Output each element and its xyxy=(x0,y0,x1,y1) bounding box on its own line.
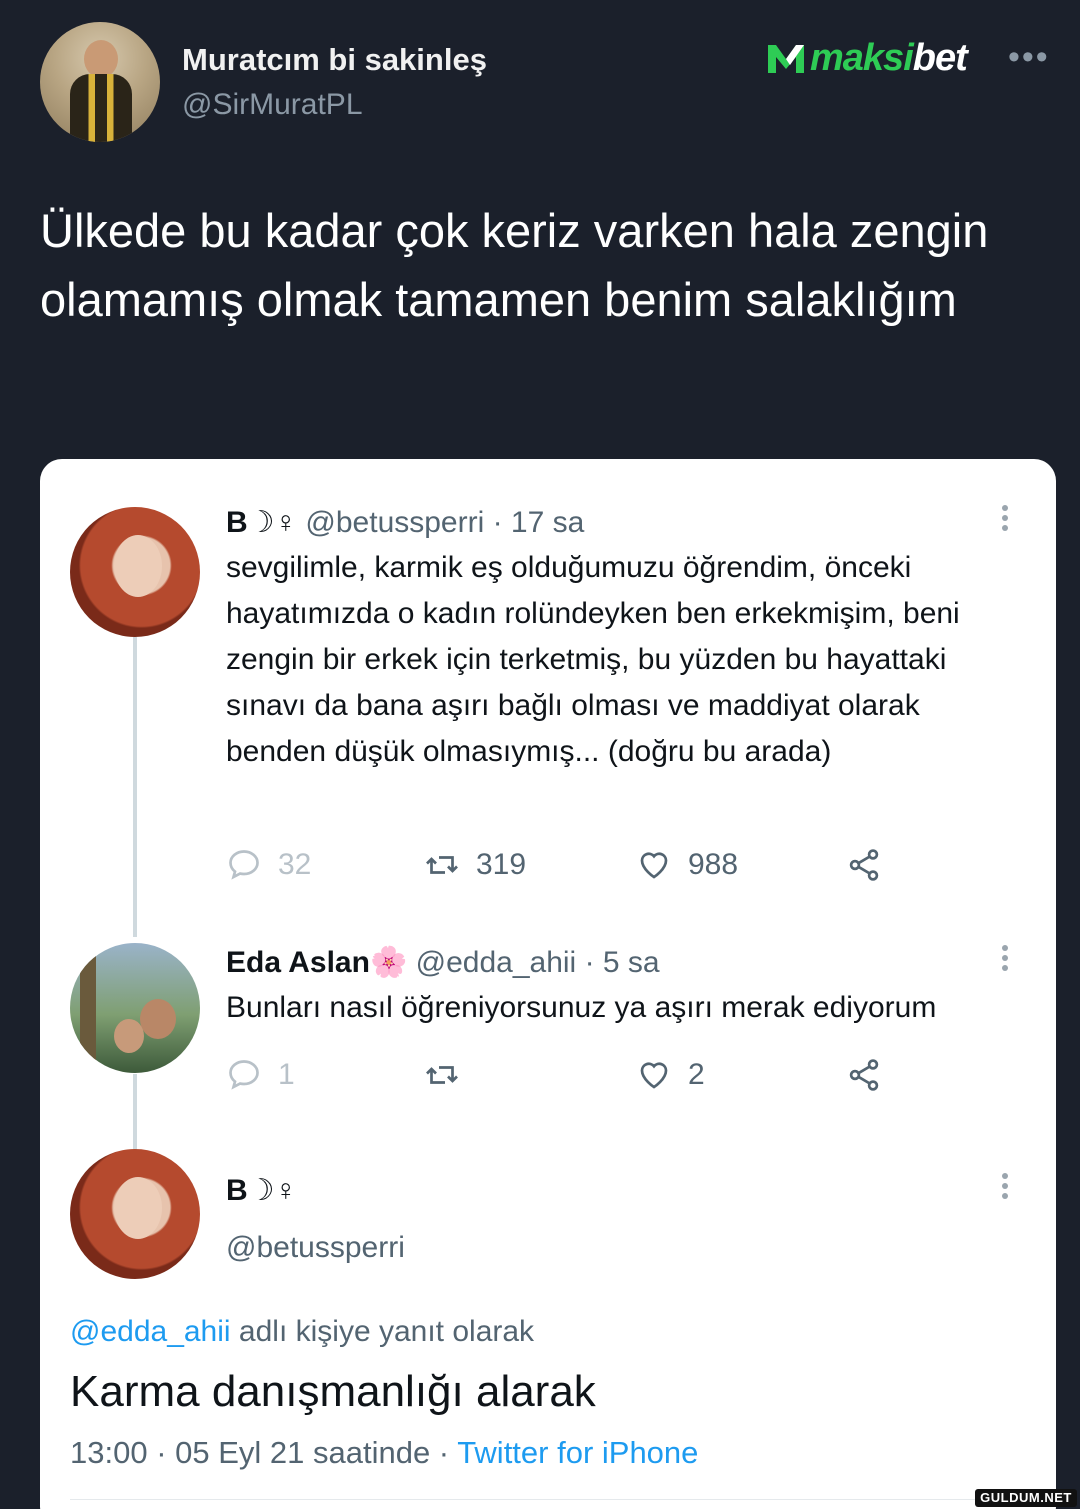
reply-count: 1 xyxy=(278,1058,295,1091)
avatar-face xyxy=(140,999,176,1039)
avatar-face xyxy=(84,40,118,78)
thread-tweet[interactable]: B☽♀ @betussperri · 17 sa sevgilimle, kar… xyxy=(40,459,1056,909)
more-options-icon[interactable]: ••• xyxy=(1008,40,1056,74)
avatar-face xyxy=(114,1019,144,1053)
site-watermark: GULDUM.NET xyxy=(975,1489,1077,1507)
like-count: 988 xyxy=(688,848,739,881)
thread-tweet[interactable]: Eda Aslan🌸 @edda_ahii · 5 sa Bunları nas… xyxy=(40,929,1056,1129)
share-button[interactable] xyxy=(846,1053,882,1097)
more-options-icon[interactable] xyxy=(1002,1173,1010,1205)
avatar[interactable] xyxy=(40,22,160,142)
share-button[interactable] xyxy=(846,843,882,887)
author-handle[interactable]: @edda_ahii xyxy=(416,946,577,979)
brand-logo-icon xyxy=(768,45,804,73)
author-name[interactable]: B☽♀ xyxy=(226,506,297,539)
share-icon xyxy=(849,1059,879,1091)
author-handle[interactable]: @SirMuratPL xyxy=(182,88,363,122)
author-name[interactable]: Eda Aslan xyxy=(226,946,370,979)
tweet-time: · 5 sa xyxy=(584,946,660,979)
tweet-timestamp: 13:00 · 05 Eyl 21 saatinde · Twitter for… xyxy=(70,1435,698,1471)
tweet-text: Karma danışmanlığı alarak xyxy=(70,1367,596,1416)
avatar[interactable] xyxy=(70,507,200,637)
divider xyxy=(70,1499,1030,1500)
timestamp-text: 13:00 · 05 Eyl 21 saatinde · xyxy=(70,1435,458,1470)
author-handle[interactable]: @betussperri xyxy=(226,1231,405,1265)
avatar[interactable] xyxy=(70,1149,200,1279)
reply-button[interactable]: 1 xyxy=(226,1053,295,1097)
source-link[interactable]: Twitter for iPhone xyxy=(457,1435,698,1470)
tweet-text: Ülkede bu kadar çok keriz varken hala ze… xyxy=(40,204,989,326)
tweet-meta: Eda Aslan🌸 @edda_ahii · 5 sa xyxy=(226,945,660,980)
brand-name: maksibet xyxy=(810,36,968,79)
tweet-actions: 32 319 988 xyxy=(226,843,926,887)
retweet-count: 319 xyxy=(476,848,527,881)
author-name[interactable]: B☽♀ xyxy=(226,1173,297,1208)
retweet-icon xyxy=(426,856,458,874)
avatar-tree xyxy=(80,943,96,1073)
outer-tweet-header: Muratcım bi sakinleş @SirMuratPL maksibe… xyxy=(40,22,1060,147)
tweet-time: · 17 sa xyxy=(492,506,585,539)
mention-link[interactable]: @edda_ahii xyxy=(70,1315,231,1348)
avatar-body xyxy=(70,74,132,142)
author-handle[interactable]: @betussperri xyxy=(305,506,484,539)
flower-emoji: 🌸 xyxy=(369,946,408,979)
reply-count: 32 xyxy=(278,848,312,881)
retweet-icon xyxy=(426,1066,458,1084)
heart-icon xyxy=(640,852,668,879)
tweet-text: Bunları nasıl öğreniyorsunuz ya aşırı me… xyxy=(226,991,937,1024)
more-options-icon[interactable] xyxy=(1002,505,1010,537)
tweet-actions: 1 2 xyxy=(226,1053,926,1097)
reply-icon xyxy=(229,850,259,880)
heart-icon xyxy=(640,1062,668,1089)
avatar-face xyxy=(114,535,162,597)
more-options-icon[interactable] xyxy=(1002,945,1010,977)
retweet-button[interactable] xyxy=(424,1053,476,1097)
reply-context: @edda_ahii adlı kişiye yanıt olarak xyxy=(70,1315,534,1349)
avatar-face xyxy=(114,1177,162,1239)
retweet-button[interactable]: 319 xyxy=(424,843,526,887)
like-button[interactable]: 2 xyxy=(636,1053,705,1097)
like-count: 2 xyxy=(688,1058,705,1091)
quoted-thread-screenshot: B☽♀ @betussperri · 17 sa sevgilimle, kar… xyxy=(40,459,1056,1509)
avatar[interactable] xyxy=(70,943,200,1073)
tweet-meta: B☽♀ @betussperri · 17 sa xyxy=(226,505,584,540)
tweet-text: sevgilimle, karmik eş olduğumuzu öğrendi… xyxy=(226,551,960,768)
reply-button[interactable]: 32 xyxy=(226,843,311,887)
share-icon xyxy=(849,849,879,881)
author-name[interactable]: Muratcım bi sakinleş xyxy=(182,42,487,78)
reply-icon xyxy=(229,1060,259,1090)
like-button[interactable]: 988 xyxy=(636,843,738,887)
focused-tweet[interactable]: B☽♀ @betussperri @edda_ahii adlı kişiye … xyxy=(40,1149,1056,1509)
reply-context-text: adlı kişiye yanıt olarak xyxy=(230,1315,535,1348)
brand-logo: maksibet xyxy=(766,36,968,80)
